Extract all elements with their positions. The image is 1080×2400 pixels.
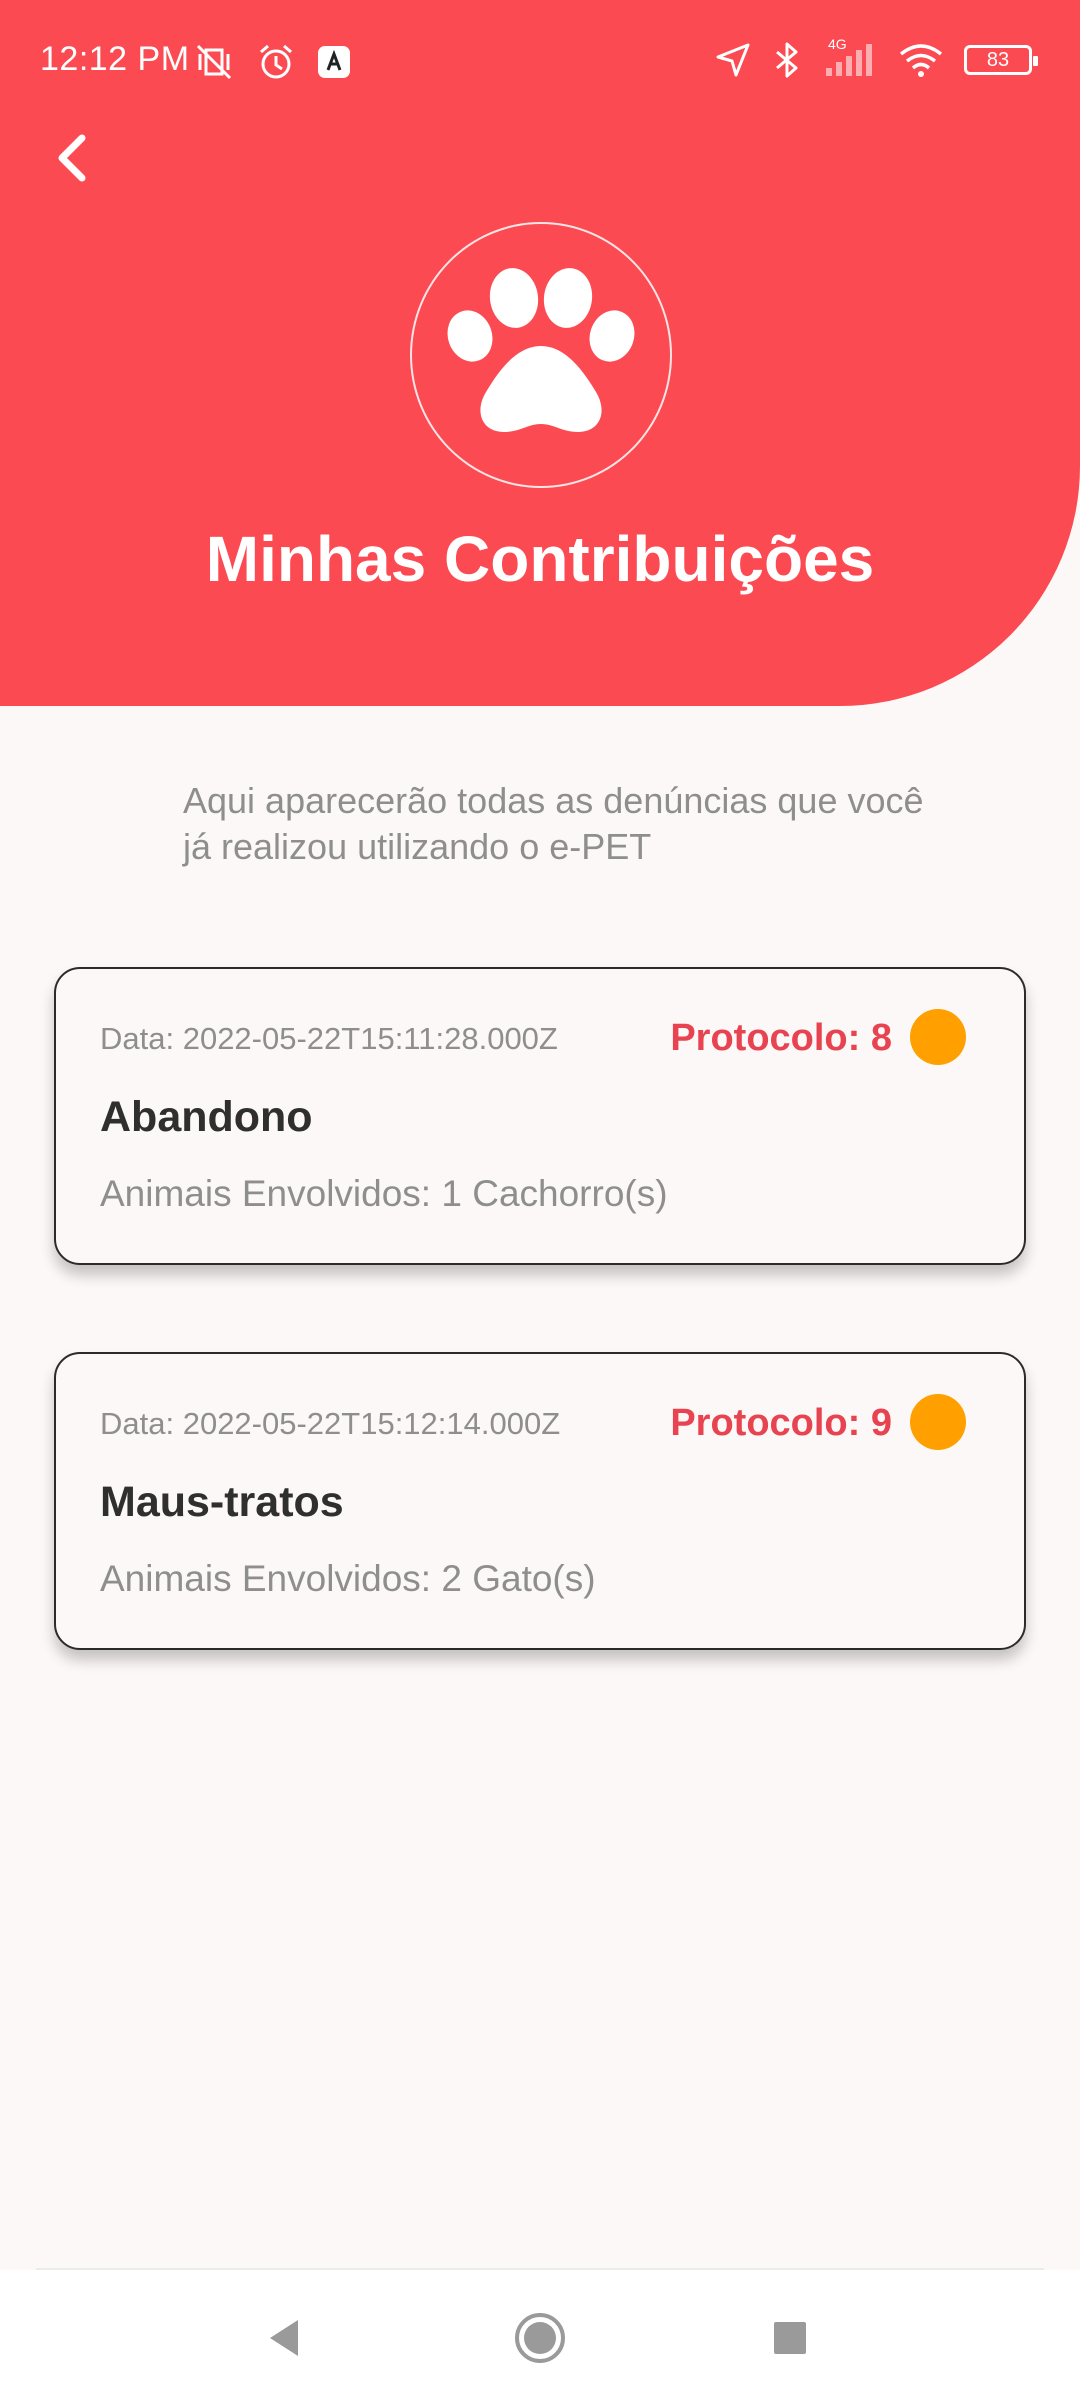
nav-home-icon [512, 2310, 568, 2371]
wifi-icon [898, 42, 944, 78]
nav-home-button[interactable] [510, 2310, 570, 2370]
mute-vibrate-icon [192, 42, 236, 82]
report-protocol: Protocolo: 8 [670, 1017, 892, 1059]
status-left-icons [192, 42, 352, 82]
report-card[interactable]: Data: 2022-05-22T15:12:14.000Z Protocolo… [54, 1352, 1026, 1650]
report-status-dot [910, 1394, 966, 1450]
report-card[interactable]: Data: 2022-05-22T15:11:28.000Z Protocolo… [54, 967, 1026, 1265]
report-date: Data: 2022-05-22T15:12:14.000Z [100, 1406, 561, 1441]
app-notification-icon [316, 44, 352, 80]
battery-level: 83 [986, 48, 1010, 71]
network-label: 4G [828, 36, 847, 52]
paw-icon [446, 267, 636, 443]
report-animals: Animais Envolvidos: 2 Gato(s) [100, 1558, 596, 1599]
nav-recents-button[interactable] [760, 2310, 820, 2370]
header-banner: 12:12 PM 4G 83 Minhas Contribuições [0, 0, 1080, 706]
battery-indicator: 83 [964, 45, 1038, 75]
report-type: Maus-tratos [100, 1478, 344, 1526]
report-status-dot [910, 1009, 966, 1065]
intro-text: Aqui aparecerão todas as denúncias que v… [183, 780, 924, 867]
system-navigation-bar [0, 2270, 1080, 2400]
app-screen: 12:12 PM 4G 83 Minhas Contribuições Aqui… [0, 0, 1080, 2400]
nav-back-icon [264, 2316, 304, 2365]
alarm-icon [256, 42, 296, 82]
signal-4g-icon: 4G [822, 36, 878, 78]
logo-badge [410, 222, 672, 488]
report-protocol: Protocolo: 9 [670, 1402, 892, 1444]
report-animals: Animais Envolvidos: 1 Cachorro(s) [100, 1173, 668, 1214]
chevron-left-icon [52, 132, 92, 189]
back-button[interactable] [40, 128, 104, 192]
status-time: 12:12 PM [40, 40, 190, 78]
nav-back-button[interactable] [254, 2310, 314, 2370]
status-right-icons: 4G 83 [714, 36, 1038, 80]
bluetooth-icon [772, 40, 802, 80]
report-date: Data: 2022-05-22T15:11:28.000Z [100, 1021, 558, 1056]
nav-recents-icon [770, 2318, 810, 2363]
status-bar: 12:12 PM 4G 83 [0, 0, 1080, 130]
page-title: Minhas Contribuições [205, 523, 875, 595]
location-icon [714, 41, 752, 79]
report-type: Abandono [100, 1093, 313, 1141]
